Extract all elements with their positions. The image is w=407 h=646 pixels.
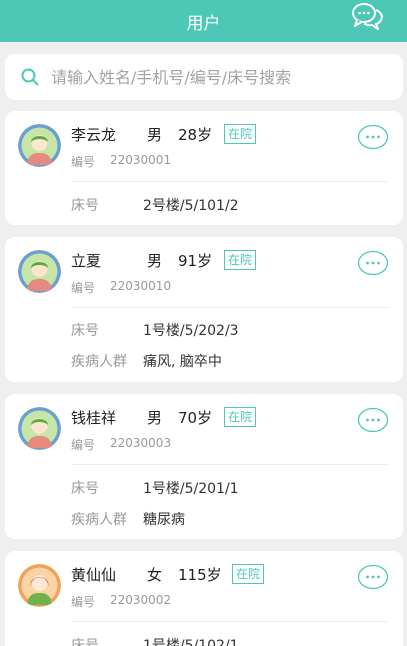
user-card[interactable]: 钱桂祥 男 70岁 在院 编号 22030003 床号 1号楼/5/201/1 … [5, 394, 403, 539]
status-badge: 在院 [224, 407, 257, 427]
male-avatar-icon [18, 124, 61, 167]
status-badge: 在院 [224, 250, 257, 270]
more-icon[interactable] [357, 250, 389, 276]
divider [71, 307, 389, 308]
disease-label: 疾病人群 [71, 512, 127, 528]
user-gender: 男 [147, 126, 163, 144]
id-label: 编号 [71, 155, 96, 169]
divider [71, 181, 389, 182]
app-header: 用户 [0, 0, 407, 42]
bed-label: 床号 [71, 198, 99, 214]
male-avatar-icon [18, 407, 61, 450]
more-icon[interactable] [357, 564, 389, 590]
page-title: 用户 [186, 13, 221, 34]
user-name: 立夏 [71, 252, 102, 270]
user-gender: 男 [147, 252, 163, 270]
user-age: 28岁 [178, 126, 213, 144]
bed-value: 1号楼/5/102/1 [143, 638, 239, 646]
user-name: 钱桂祥 [71, 409, 117, 427]
search-icon [21, 68, 39, 86]
divider [71, 621, 389, 622]
female-avatar-icon [18, 564, 61, 607]
status-badge: 在院 [232, 564, 265, 584]
user-card[interactable]: 立夏 男 91岁 在院 编号 22030010 床号 1号楼/5/202/3 疾… [5, 237, 403, 382]
user-card[interactable]: 李云龙 男 28岁 在院 编号 22030001 床号 2号楼/5/101/2 [5, 111, 403, 225]
status-badge: 在院 [224, 124, 257, 144]
divider [71, 464, 389, 465]
user-card[interactable]: 黄仙仙 女 115岁 在院 编号 22030002 床号 1号楼/5/102/1 [5, 551, 403, 646]
id-label: 编号 [71, 595, 96, 609]
user-name: 李云龙 [71, 126, 117, 144]
bed-label: 床号 [71, 481, 99, 497]
more-icon[interactable] [357, 124, 389, 150]
user-gender: 男 [147, 409, 163, 427]
user-age: 70岁 [178, 409, 213, 427]
user-age: 115岁 [178, 566, 222, 584]
id-value: 22030003 [110, 436, 172, 450]
user-name: 黄仙仙 [71, 566, 117, 584]
bed-label: 床号 [71, 638, 99, 646]
id-label: 编号 [71, 438, 96, 452]
disease-value: 痛风, 脑卒中 [143, 354, 222, 370]
male-avatar-icon [18, 250, 61, 293]
chat-icon[interactable] [351, 1, 385, 33]
disease-value: 糖尿病 [143, 512, 185, 528]
bed-label: 床号 [71, 323, 99, 339]
id-value: 22030001 [110, 153, 172, 167]
id-value: 22030010 [110, 279, 172, 293]
id-value: 22030002 [110, 593, 172, 607]
more-icon[interactable] [357, 407, 389, 433]
disease-label: 疾病人群 [71, 354, 127, 370]
bed-value: 1号楼/5/202/3 [143, 323, 239, 339]
bed-value: 1号楼/5/201/1 [143, 481, 239, 497]
search-input[interactable] [51, 67, 381, 87]
user-age: 91岁 [178, 252, 213, 270]
id-label: 编号 [71, 281, 96, 295]
user-gender: 女 [147, 566, 163, 584]
bed-value: 2号楼/5/101/2 [143, 198, 239, 214]
search-bar [5, 54, 403, 100]
